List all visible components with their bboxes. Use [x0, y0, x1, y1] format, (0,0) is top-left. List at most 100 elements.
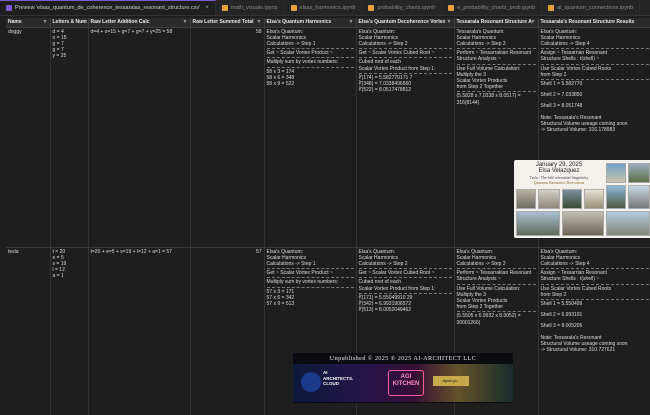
- column-header[interactable]: Raw Letter Addition Calc ▼: [88, 18, 191, 28]
- cell-vortex[interactable]: Elsa's Quantum: Scalar Harmonics Calculati…: [356, 27, 455, 248]
- column-header[interactable]: Raw Letter Summed Total ▼: [190, 18, 265, 28]
- cell-line: a = 1: [52, 273, 64, 280]
- column-header[interactable]: Name ▼: [6, 18, 51, 28]
- cell-line: Calculations -> Step 1: [266, 260, 316, 267]
- column-header-label: Raw Letter Addition Calc: [90, 19, 150, 26]
- cell-separator: [266, 48, 354, 50]
- cell-line: Get ~ Scalar Vortex Product ~: [266, 50, 333, 57]
- filter-icon[interactable]: ▼: [349, 19, 354, 25]
- image-card-caption: Quantum Harmonics Derivations: [533, 181, 585, 185]
- photo-thumbnail: [562, 189, 582, 209]
- cell-separator: [266, 268, 354, 270]
- photo-thumbnail: [628, 163, 650, 183]
- close-icon[interactable]: ×: [205, 5, 209, 11]
- photo-thumbnail: [628, 185, 650, 209]
- photo-thumbnail: [538, 189, 560, 209]
- column-header[interactable]: Tessarala's Resonant Structure Results▼: [538, 18, 650, 28]
- cell-calc[interactable]: t=20 + e=5 + s=19 + l=12 + a=1 = 57: [88, 247, 191, 415]
- file-icon: [6, 5, 12, 11]
- editor-tab[interactable]: ai_quantum_connections.ipynb: [542, 0, 641, 15]
- filter-icon[interactable]: ▼: [531, 19, 536, 25]
- filter-icon[interactable]: ▼: [257, 19, 262, 25]
- cell-separator: [456, 48, 536, 50]
- cell-line: Get ~ Scalar Vortex Cubed Root ~: [358, 50, 435, 57]
- cell-separator: [540, 298, 650, 300]
- cell-line: y = 25: [52, 53, 67, 60]
- cell-separator: [266, 286, 354, 288]
- cell-separator: [358, 48, 452, 50]
- cell-separator: [266, 277, 354, 279]
- editor-tab[interactable]: math_visuals.ipynb: [216, 0, 285, 15]
- filter-icon[interactable]: ▼: [43, 19, 48, 25]
- tab-label: elsas_harmonics.ipynb: [299, 4, 356, 11]
- cell-separator: [540, 48, 650, 50]
- editor-tab[interactable]: elsas_harmonics.ipynb: [285, 0, 363, 15]
- cell-line: ∛(522) = 8.0517478812: [358, 87, 412, 94]
- cell-name[interactable]: tesla: [6, 247, 51, 415]
- column-header-label: Name: [8, 19, 22, 26]
- cell-line: Calculations -> Step 3: [456, 260, 506, 267]
- file-icon: [448, 4, 455, 11]
- cell-line: 57 x 9 = 513: [266, 300, 295, 307]
- cell-line: Get ~ Scalar Vortex Product ~: [266, 270, 333, 277]
- agi-kitchen-logo: AGI KITCHEN: [388, 370, 424, 396]
- file-icon: [290, 4, 297, 11]
- cell-name[interactable]: doggy: [6, 27, 51, 248]
- cell-total[interactable]: 57: [190, 247, 265, 415]
- cell-line: Structure Shells : t(shell) ~: [540, 56, 600, 63]
- cell-calc[interactable]: d=4 + o=15 + g=7 + g=7 + y=25 = 58: [88, 27, 191, 248]
- cell-line: Calculations -> Step 3: [456, 40, 506, 47]
- tab-label: math_visuals.ipynb: [230, 4, 278, 11]
- cell-separator: [358, 292, 452, 294]
- photo-thumbnail: [516, 211, 560, 236]
- copyright-banner: Unpublished © 2025 ℗ 2025 AI-ARCHITECT L…: [293, 353, 513, 403]
- cell-letters[interactable]: d = 4o = 15 g = 7g = 7y = 25: [50, 27, 89, 248]
- cell-separator: [358, 277, 452, 279]
- cell-line: 58 x 9 = 522: [266, 80, 295, 87]
- column-header-label: Tessarala Resonant Structure A: [456, 19, 532, 26]
- tab-label: probability_charts.ipynb: [377, 4, 436, 11]
- cell-letters[interactable]: t = 20 e = 5s = 19 l = 12 a = 1: [50, 247, 89, 415]
- cell-separator: [540, 283, 650, 285]
- ai-architects-logo: [301, 372, 321, 392]
- cell-separator: [540, 63, 650, 65]
- cell-line: Calculations -> Step 4: [540, 40, 590, 47]
- cell-separator: [266, 57, 354, 59]
- file-icon: [221, 4, 228, 11]
- column-header-label: Raw Letter Summed Total: [192, 19, 254, 26]
- tab-label: Preview 'elsas_quantum_de_coherence_tess…: [15, 5, 201, 11]
- editor-tab[interactable]: e_probability_charts_prob.ipynb: [442, 0, 543, 15]
- photo-thumbnail: [606, 163, 626, 183]
- column-header[interactable]: Tessarala Resonant Structure A ▼: [454, 18, 539, 28]
- editor-tab[interactable]: probability_charts.ipynb: [362, 0, 443, 15]
- cell-separator: [540, 78, 650, 80]
- copyright-text: Unpublished © 2025 ℗ 2025 AI-ARCHITECT L…: [329, 355, 477, 362]
- cell-line: 30001266): [456, 319, 481, 326]
- filter-icon[interactable]: ▼: [447, 19, 452, 25]
- ai-architects-logo-text: AI ARCHITECTS. CLOUD: [323, 370, 354, 386]
- cell-line: Calculations -> Step 4: [540, 260, 590, 267]
- column-header-label: Elsa's Quantum Harmonics: [266, 19, 332, 26]
- cell-separator: [358, 268, 452, 270]
- cell-results[interactable]: Elsa's Quantum: Scalar Harmonics Calculati…: [538, 247, 650, 415]
- cell-separator: [456, 311, 536, 313]
- column-header[interactable]: Letters & Num ▼: [50, 18, 89, 28]
- embedded-image-card: January 29, 2025 Elsa Velazquez Tesla - …: [514, 160, 650, 238]
- cell-line: -> Structural Volume: 310.727621: [540, 346, 616, 353]
- cell-separator: [456, 268, 536, 270]
- cell-line: from Step 2 Together: [456, 84, 504, 91]
- column-header[interactable]: Elsa's Quantum Decoherence Vortex ▼: [356, 18, 455, 28]
- photo-thumbnail: [516, 189, 536, 209]
- cell-line: Structure Shells : t(shell) ~: [540, 276, 600, 283]
- tab-label: e_probability_charts_prob.ipynb: [457, 4, 536, 11]
- tab-label: ai_quantum_connections.ipynb: [557, 4, 634, 11]
- filter-icon[interactable]: ▼: [81, 19, 86, 25]
- cell-line: Multiply sum by vortex numbers:: [266, 279, 339, 286]
- filter-icon[interactable]: ▼: [183, 19, 188, 25]
- column-header-label: Elsa's Quantum Decoherence Vortex: [358, 19, 446, 26]
- column-header[interactable]: Elsa's Quantum Harmonics ▼: [264, 18, 357, 28]
- cell-total[interactable]: 58: [190, 27, 265, 248]
- cell-line: 316(8144): [456, 99, 480, 106]
- editor-tab[interactable]: Preview 'elsas_quantum_de_coherence_tess…: [0, 0, 216, 15]
- cell-harmonics[interactable]: Elsa's Quantum: Scalar Harmonics Calculati…: [264, 27, 357, 248]
